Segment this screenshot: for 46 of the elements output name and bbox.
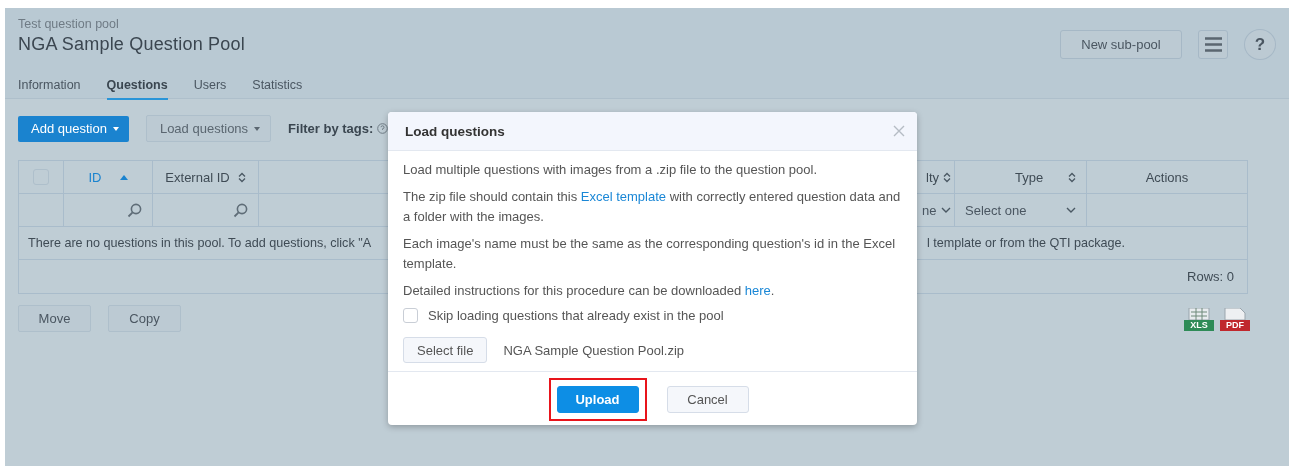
tab[interactable]: Statistics <box>252 78 303 100</box>
column-header[interactable]: lty <box>926 169 939 185</box>
menu-button[interactable] <box>1198 30 1228 59</box>
dialog-text: Detailed instructions for this procedure can be downloaded here. <box>403 282 776 300</box>
dialog-title: Load questions <box>405 123 505 139</box>
tab[interactable]: Information <box>18 78 81 100</box>
page-title: NGA Sample Question Pool <box>18 34 246 55</box>
add-question-button[interactable]: Add question <box>18 115 129 142</box>
caret-icon <box>254 126 261 131</box>
dialog-text: Each image's name must be the same as the corresponding question's id in the Excel template. <box>403 235 896 273</box>
help-icon <box>377 123 389 134</box>
filter-label: Filter by tags: <box>288 121 374 136</box>
column-header[interactable]: ID <box>88 169 102 185</box>
help-button[interactable]: ? <box>1244 29 1276 60</box>
caret-icon <box>112 126 119 131</box>
column-header[interactable]: Type <box>1015 169 1044 185</box>
select-file-button[interactable]: Select file <box>403 337 488 363</box>
pdf-export-button[interactable]: PDF <box>1220 308 1250 331</box>
action-button[interactable]: Move <box>18 305 91 332</box>
empty-table-message: There are no questions in this pool. To add questions, click "A <box>28 236 372 250</box>
file-name: NGA Sample Question Pool.zip <box>503 342 685 358</box>
checkbox[interactable] <box>403 308 418 323</box>
action-button[interactable]: Copy <box>108 305 181 332</box>
dialog-text: The zip file should contain this Excel template with correctly entered question data and a folder with the images. <box>403 188 902 226</box>
tab[interactable]: Users <box>193 78 227 100</box>
close-button[interactable] <box>893 125 905 137</box>
chevron-down-icon <box>1066 207 1076 213</box>
search-icon <box>233 202 248 218</box>
cancel-button[interactable]: Cancel <box>666 386 749 413</box>
row-count: Rows: 0 <box>1187 269 1234 284</box>
checkbox-label: Skip loading questions that already exist in the pool <box>428 308 724 323</box>
new-subpool-button[interactable]: New sub-pool <box>1060 30 1182 59</box>
link[interactable]: Excel template <box>580 189 667 204</box>
load-questions-button[interactable]: Load questions <box>145 115 272 142</box>
chevron-down-icon <box>941 207 951 213</box>
tab[interactable]: Questions <box>106 78 168 100</box>
dialog-text: Load multiple questions with images from a .zip file to the question pool. <box>403 161 819 179</box>
link[interactable]: here <box>744 283 771 298</box>
breadcrumb: Test question pool <box>18 17 120 31</box>
xls-export-button[interactable]: XLS <box>1184 308 1214 331</box>
search-icon <box>127 202 142 218</box>
upload-button[interactable]: Upload <box>556 386 639 413</box>
column-header: Actions <box>1145 169 1189 185</box>
close-icon <box>893 125 905 137</box>
empty-table-message: l template or from the QTI package. <box>927 236 1127 250</box>
menu-icon <box>1204 37 1222 52</box>
